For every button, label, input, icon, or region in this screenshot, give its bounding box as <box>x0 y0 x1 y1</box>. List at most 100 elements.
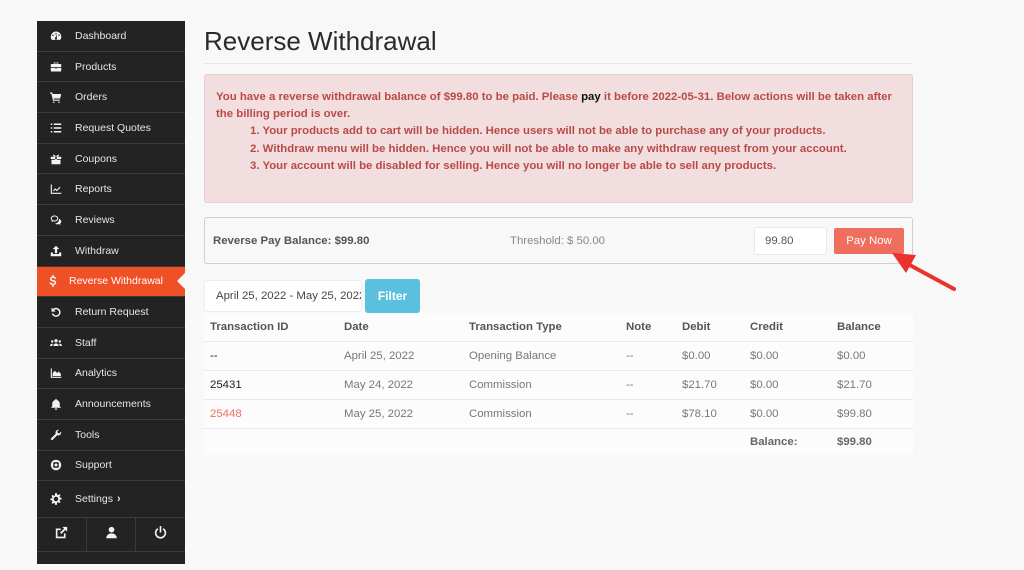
chart-line-icon <box>37 183 73 195</box>
main-content: Reverse Withdrawal You have a reverse wi… <box>204 0 913 455</box>
chevron-right-icon: › <box>116 493 121 506</box>
total-balance-value: $99.80 <box>837 435 872 448</box>
briefcase-icon <box>37 61 73 73</box>
cart-icon <box>37 91 73 104</box>
users-icon <box>37 337 73 349</box>
sidebar-item-label: Announcements <box>75 398 151 411</box>
sidebar-item-request-quotes[interactable]: Request Quotes <box>37 113 185 144</box>
table-row: -- April 25, 2022 Opening Balance -- $0.… <box>204 341 913 371</box>
transaction-note: -- <box>620 370 676 400</box>
transaction-balance: $99.80 <box>831 399 913 429</box>
sidebar-item-label: Withdraw <box>75 244 119 257</box>
alert-action-item: 1. Your products add to cart will be hid… <box>250 125 826 138</box>
gift-icon <box>37 153 73 165</box>
alert-message: You have a reverse withdrawal balance of… <box>216 89 901 123</box>
table-row: 25431 May 24, 2022 Commission -- $21.70 … <box>204 370 913 400</box>
transaction-credit: $0.00 <box>744 370 831 400</box>
sidebar-item-return-request[interactable]: Return Request <box>37 297 185 328</box>
transaction-credit: $0.00 <box>744 341 831 371</box>
list-icon <box>37 122 73 134</box>
sidebar-item-label: Dashboard <box>75 29 127 42</box>
empty-cell <box>463 428 620 455</box>
sidebar-item-reviews[interactable]: Reviews <box>37 205 185 236</box>
sidebar-item-tools[interactable]: Tools <box>37 420 185 451</box>
col-balance: Balance <box>831 313 913 342</box>
sidebar-item-support[interactable]: Support <box>37 451 185 482</box>
edit-account-button[interactable] <box>87 518 137 552</box>
transaction-type: Opening Balance <box>463 341 620 371</box>
empty-cell <box>620 428 676 455</box>
sidebar-item-analytics[interactable]: Analytics <box>37 359 185 390</box>
col-transaction-type: Transaction Type <box>463 313 620 342</box>
date-range-input[interactable] <box>204 280 362 312</box>
empty-cell <box>676 428 744 455</box>
sidebar-item-announcements[interactable]: Announcements <box>37 389 185 420</box>
threshold-label: Threshold: $ 50.00 <box>510 234 605 247</box>
col-debit: Debit <box>676 313 744 342</box>
empty-cell <box>338 428 463 455</box>
page-title: Reverse Withdrawal <box>204 26 913 64</box>
transaction-debit: $21.70 <box>676 370 744 400</box>
sidebar-item-withdraw[interactable]: Withdraw <box>37 236 185 267</box>
table-row: 25448 May 25, 2022 Commission -- $78.10 … <box>204 399 913 429</box>
transaction-debit: $0.00 <box>676 341 744 371</box>
sidebar-item-settings[interactable]: Settings › <box>37 481 185 519</box>
transaction-date: April 25, 2022 <box>338 341 463 371</box>
transaction-debit: $78.10 <box>676 399 744 429</box>
sidebar-item-label: Orders <box>75 91 108 104</box>
power-icon <box>154 525 167 544</box>
pay-link[interactable]: pay <box>581 91 601 103</box>
transaction-note: -- <box>620 399 676 429</box>
transaction-id: 25431 <box>204 370 338 400</box>
sidebar-item-label: Request Quotes <box>75 121 151 134</box>
sidebar-item-dashboard[interactable]: Dashboard <box>37 21 185 52</box>
area-chart-icon <box>37 367 73 379</box>
transactions-table: Transaction ID Date Transaction Type Not… <box>204 313 913 455</box>
transaction-balance: $21.70 <box>831 370 913 400</box>
total-balance-label: Balance: <box>750 435 798 448</box>
col-transaction-id: Transaction ID <box>204 313 338 342</box>
sidebar-item-label: Analytics <box>75 367 118 380</box>
filter-button[interactable]: Filter <box>365 279 420 313</box>
sidebar-item-label: Products <box>75 60 117 73</box>
sidebar-item-label: Coupons <box>75 152 118 165</box>
sidebar-item-staff[interactable]: Staff <box>37 328 185 359</box>
wrench-icon <box>37 429 73 441</box>
dashboard-icon <box>37 30 73 42</box>
alert-actions-list: 1. Your products add to cart will be hid… <box>250 123 901 175</box>
reverse-pay-box: Reverse Pay Balance: $99.80 Threshold: $… <box>204 217 913 264</box>
sidebar-item-label: Settings <box>75 493 113 506</box>
sidebar-item-reverse-withdrawal[interactable]: Reverse Withdrawal <box>37 266 185 298</box>
transaction-date: May 25, 2022 <box>338 399 463 429</box>
logout-button[interactable] <box>136 518 185 551</box>
col-date: Date <box>338 313 463 342</box>
sidebar-item-reports[interactable]: Reports <box>37 174 185 206</box>
alert-action-item: 3. Your account will be disabled for sel… <box>250 159 777 172</box>
undo-icon <box>37 306 73 318</box>
comments-icon <box>37 214 73 226</box>
alert-action-item: 2. Withdraw menu will be hidden. Hence y… <box>250 142 847 155</box>
sidebar-item-label: Staff <box>75 336 97 349</box>
sidebar-item-orders[interactable]: Orders <box>37 82 185 114</box>
upload-icon <box>37 245 73 257</box>
life-ring-icon <box>37 459 73 471</box>
alert-text: You have a reverse withdrawal balance of… <box>216 91 582 103</box>
transaction-id-link[interactable]: 25448 <box>204 399 338 429</box>
transaction-id: -- <box>204 341 338 371</box>
visit-store-button[interactable] <box>37 518 87 552</box>
sidebar-item-coupons[interactable]: Coupons <box>37 144 185 175</box>
dollar-icon <box>37 275 67 288</box>
transaction-note: -- <box>620 341 676 371</box>
pay-amount-input[interactable] <box>754 226 827 255</box>
user-icon <box>105 526 118 544</box>
col-credit: Credit <box>744 313 831 342</box>
sidebar-item-label: Return Request <box>75 306 149 319</box>
sidebar-bottom-bar <box>37 518 185 553</box>
reverse-withdrawal-alert: You have a reverse withdrawal balance of… <box>204 74 913 203</box>
sidebar-item-label: Reviews <box>75 213 115 226</box>
sidebar-item-label: Tools <box>75 428 100 441</box>
sidebar-item-label: Reports <box>75 183 112 196</box>
sidebar-item-products[interactable]: Products <box>37 52 185 83</box>
col-note: Note <box>620 313 676 342</box>
sidebar-item-label: Support <box>75 459 112 472</box>
